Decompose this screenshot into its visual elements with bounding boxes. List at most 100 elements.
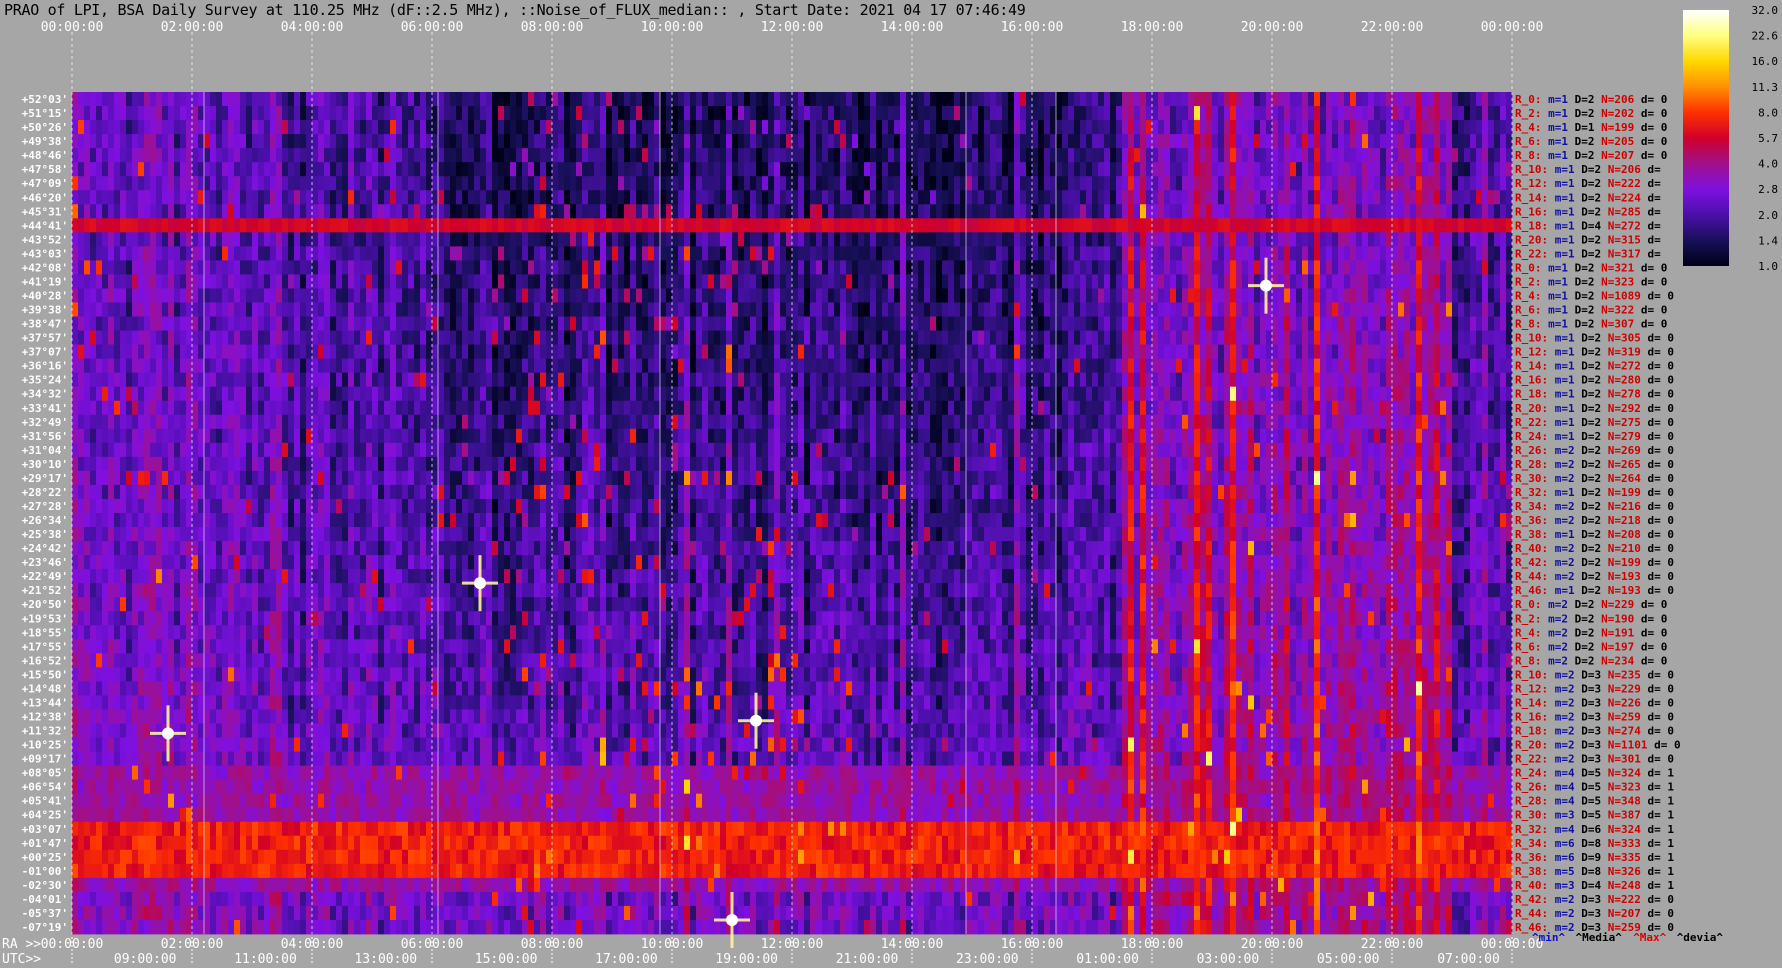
- heatmap-cell: [1482, 246, 1489, 261]
- heatmap-cell: [402, 232, 409, 247]
- heatmap-cell: [1476, 190, 1483, 205]
- heatmap-cell: [906, 372, 913, 388]
- heatmap-cell: [594, 162, 601, 177]
- heatmap-cell: [1488, 316, 1495, 331]
- heatmap-cell: [1224, 176, 1231, 191]
- heatmap-cell: [936, 372, 943, 388]
- heatmap-cell: [366, 344, 373, 360]
- heatmap-cell: [864, 260, 871, 275]
- heatmap-cell: [570, 274, 577, 289]
- heatmap-cell: [522, 274, 529, 289]
- heatmap-cell: [1008, 134, 1015, 149]
- heatmap-cell: [324, 148, 331, 163]
- heatmap-cell: [216, 372, 223, 388]
- heatmap-cell: [144, 232, 151, 247]
- heatmap-cell: [828, 232, 835, 247]
- heatmap-cell: [546, 372, 553, 388]
- heatmap-cell: [90, 232, 97, 247]
- heatmap-cell: [132, 204, 139, 219]
- heatmap-cell: [720, 204, 727, 219]
- heatmap-cell: [534, 246, 541, 261]
- heatmap-cell: [1464, 176, 1471, 191]
- heatmap-cell: [1254, 232, 1261, 247]
- heatmap-cell: [600, 232, 607, 247]
- heatmap-cell: [480, 316, 487, 331]
- heatmap-cell: [192, 316, 199, 331]
- heatmap-cell: [1230, 134, 1237, 149]
- heatmap-cell: [1206, 288, 1213, 303]
- heatmap-cell: [612, 92, 619, 107]
- heatmap-cell: [1380, 344, 1387, 360]
- heatmap-cell: [780, 106, 787, 121]
- heatmap-cell: [792, 274, 799, 289]
- heatmap-cell: [234, 372, 241, 388]
- heatmap-cell: [672, 92, 679, 107]
- heatmap-cell: [246, 316, 253, 331]
- heatmap-cell: [906, 148, 913, 163]
- heatmap-cell: [450, 162, 457, 177]
- heatmap-cell: [1164, 190, 1171, 205]
- heatmap-cell: [870, 232, 877, 247]
- heatmap-cell: [72, 92, 79, 107]
- heatmap-cell: [78, 148, 85, 163]
- heatmap-cell: [636, 134, 643, 149]
- heatmap-cell: [210, 372, 217, 388]
- heatmap-cell: [1488, 302, 1495, 317]
- heatmap-cell: [396, 302, 403, 317]
- heatmap-cell: [846, 92, 853, 107]
- heatmap-cell: [768, 302, 775, 317]
- heatmap-cell: [1350, 134, 1357, 149]
- heatmap-cell: [366, 372, 373, 388]
- heatmap-cell: [1302, 190, 1309, 205]
- heatmap-cell: [1014, 344, 1021, 360]
- heatmap-cell: [270, 330, 277, 345]
- heatmap-cell: [126, 246, 133, 261]
- heatmap-cell: [774, 204, 781, 219]
- heatmap-cell: [1368, 330, 1375, 345]
- heatmap-cell: [558, 120, 565, 135]
- heatmap-cell: [450, 246, 457, 261]
- heatmap-cell: [1266, 162, 1273, 177]
- heatmap-cell: [492, 344, 499, 360]
- heatmap-cell: [1308, 218, 1315, 233]
- heatmap-cell: [1182, 274, 1189, 289]
- heatmap-cell: [522, 302, 529, 317]
- heatmap-cell: [1032, 204, 1039, 219]
- heatmap-cell: [648, 344, 655, 360]
- heatmap-cell: [546, 288, 553, 303]
- heatmap-cell: [1248, 246, 1255, 261]
- heatmap-cell: [462, 176, 469, 191]
- heatmap-cell: [1074, 190, 1081, 205]
- heatmap-cell: [78, 162, 85, 177]
- heatmap-cell: [138, 162, 145, 177]
- heatmap-cell: [1314, 358, 1321, 374]
- heatmap-cell: [1212, 316, 1219, 331]
- heatmap-cell: [1392, 204, 1399, 219]
- heatmap-cell: [240, 120, 247, 135]
- heatmap-cell: [534, 120, 541, 135]
- heatmap-cell: [294, 316, 301, 331]
- heatmap-cell: [930, 190, 937, 205]
- heatmap-cell: [132, 134, 139, 149]
- heatmap-cell: [1086, 190, 1093, 205]
- heatmap-cell: [852, 162, 859, 177]
- heatmap-cell: [204, 134, 211, 149]
- heatmap-cell: [1116, 190, 1123, 205]
- heatmap-cell: [708, 372, 715, 388]
- heatmap-cell: [1332, 92, 1339, 107]
- heatmap-cell: [150, 218, 157, 233]
- heatmap-cell: [96, 372, 103, 388]
- heatmap-cell: [576, 92, 583, 107]
- heatmap-cell: [72, 120, 79, 135]
- heatmap-cell: [312, 92, 319, 107]
- heatmap-cell: [786, 134, 793, 149]
- heatmap-cell: [1494, 176, 1501, 191]
- heatmap-cell: [216, 134, 223, 149]
- heatmap-cell: [1158, 302, 1165, 317]
- heatmap-cell: [162, 162, 169, 177]
- heatmap-cell: [1056, 106, 1063, 121]
- heatmap-cell: [270, 344, 277, 360]
- heatmap-cell: [900, 344, 907, 360]
- heatmap-cell: [1230, 358, 1237, 374]
- heatmap-cell: [234, 92, 241, 107]
